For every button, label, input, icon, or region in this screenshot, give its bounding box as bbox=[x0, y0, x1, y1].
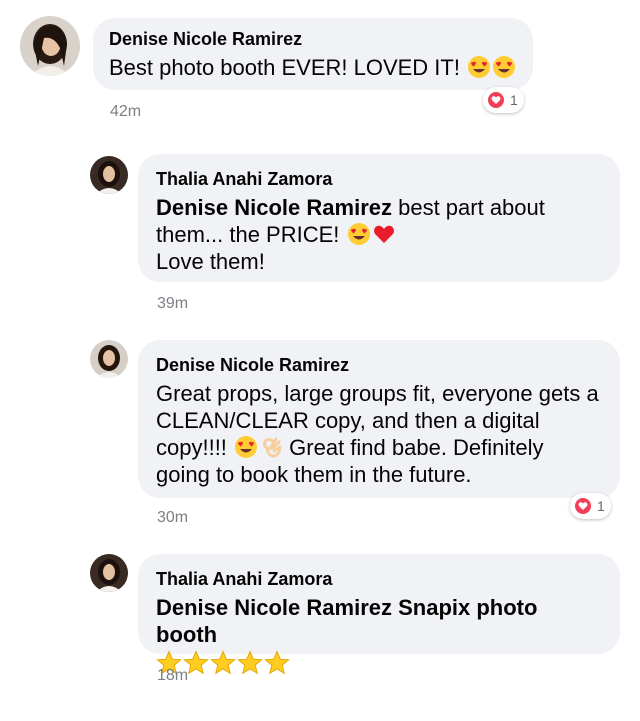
red-heart-emoji-icon bbox=[372, 222, 396, 246]
comment-timestamp[interactable]: 39m bbox=[157, 295, 188, 313]
ok-hand-emoji-icon bbox=[259, 435, 283, 459]
comment-author[interactable]: Thalia Anahi Zamora bbox=[156, 168, 602, 190]
comment-author[interactable]: Denise Nicole Ramirez bbox=[156, 354, 602, 376]
avatar[interactable] bbox=[90, 340, 128, 378]
comment-timestamp[interactable]: 18m bbox=[157, 667, 188, 685]
comment-bubble[interactable]: Denise Nicole Ramirez Best photo booth E… bbox=[93, 18, 533, 90]
comment-timestamp[interactable]: 42m bbox=[110, 103, 141, 121]
star-icon bbox=[210, 650, 236, 676]
reaction-summary[interactable]: 1 bbox=[570, 493, 611, 519]
reaction-count: 1 bbox=[510, 92, 518, 108]
avatar[interactable] bbox=[90, 554, 128, 592]
mention-link[interactable]: Denise Nicole Ramirez bbox=[156, 595, 392, 620]
love-reaction-icon bbox=[573, 496, 593, 516]
star-icon bbox=[264, 650, 290, 676]
mention-link[interactable]: Denise Nicole Ramirez bbox=[156, 195, 392, 220]
comment-bubble[interactable]: Thalia Anahi Zamora Denise Nicole Ramire… bbox=[138, 554, 620, 675]
comment-text: Best photo booth EVER! LOVED IT! bbox=[109, 54, 517, 81]
comment-author[interactable]: Denise Nicole Ramirez bbox=[109, 28, 517, 50]
heart-eyes-emoji-icon bbox=[467, 55, 491, 79]
comment-text: Denise Nicole Ramirez Snapix photo booth bbox=[156, 594, 602, 682]
avatar[interactable] bbox=[20, 16, 80, 76]
heart-eyes-emoji-icon bbox=[234, 435, 258, 459]
reaction-count: 1 bbox=[597, 498, 605, 514]
comment-bubble[interactable]: Thalia Anahi Zamora Denise Nicole Ramire… bbox=[138, 154, 620, 282]
star-icon bbox=[237, 650, 263, 676]
heart-eyes-emoji-icon bbox=[492, 55, 516, 79]
comment-text: Denise Nicole Ramirez best part about th… bbox=[156, 195, 545, 274]
comment-timestamp[interactable]: 30m bbox=[157, 509, 188, 527]
heart-eyes-emoji-icon bbox=[347, 222, 371, 246]
reaction-summary[interactable]: 1 bbox=[483, 87, 524, 113]
comment-author[interactable]: Thalia Anahi Zamora bbox=[156, 568, 602, 590]
love-reaction-icon bbox=[486, 90, 506, 110]
comment-bubble[interactable]: Denise Nicole Ramirez Great props, large… bbox=[138, 340, 620, 498]
avatar[interactable] bbox=[90, 156, 128, 194]
comment-text: Great props, large groups fit, everyone … bbox=[156, 381, 599, 487]
